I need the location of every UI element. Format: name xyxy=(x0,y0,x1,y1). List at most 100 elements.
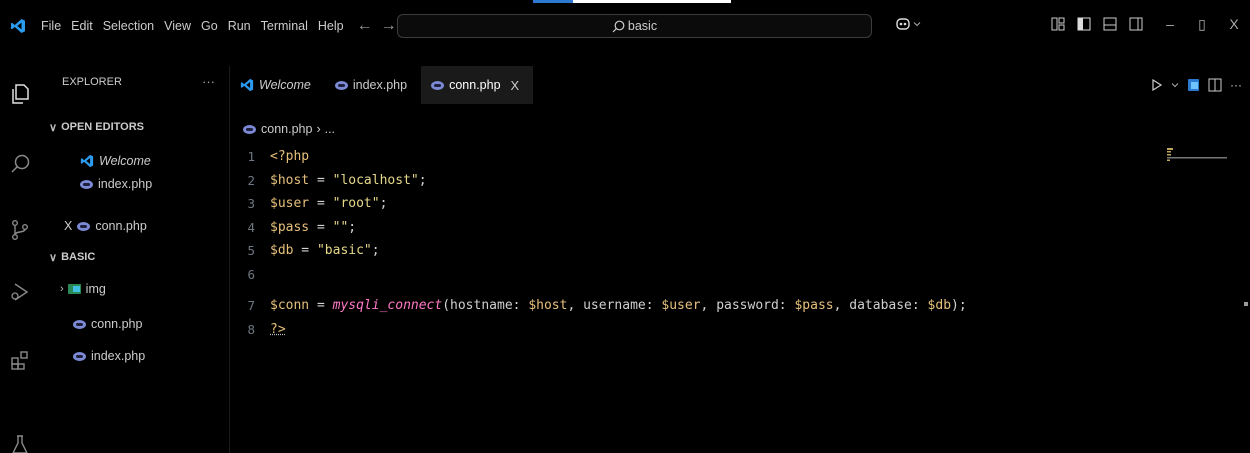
close-window-button[interactable]: X xyxy=(1226,16,1242,32)
explorer-more-icon[interactable]: ··· xyxy=(202,74,215,89)
run-debug-icon[interactable] xyxy=(8,280,32,304)
code-punct: ; xyxy=(371,243,380,259)
more-actions-icon[interactable]: ··· xyxy=(1230,78,1242,92)
tree-file[interactable]: index.php xyxy=(73,345,145,367)
menu-bar: File Edit Selection View Go Run Terminal… xyxy=(36,16,349,36)
minimize-button[interactable]: – xyxy=(1162,16,1178,32)
forward-arrow-icon[interactable]: → xyxy=(381,17,397,35)
source-control-icon[interactable] xyxy=(8,218,32,242)
testing-flask-icon[interactable] xyxy=(8,432,32,453)
tree-folder-img[interactable]: › img xyxy=(60,278,106,300)
menu-go[interactable]: Go xyxy=(196,16,223,36)
open-editors-section[interactable]: ∨ OPEN EDITORS xyxy=(49,116,144,138)
code-variable: $pass xyxy=(794,298,834,314)
explorer-files-icon[interactable] xyxy=(8,82,32,106)
tab-welcome[interactable]: Welcome xyxy=(230,66,325,104)
code-line: 4 $pass = ""; xyxy=(230,216,1170,240)
window-controls: – ▯ X xyxy=(1050,16,1242,32)
code-operator: = xyxy=(309,219,333,235)
code-punct: , xyxy=(700,298,717,314)
php-file-icon xyxy=(334,80,348,90)
restore-button[interactable]: ▯ xyxy=(1194,16,1210,32)
menu-terminal[interactable]: Terminal xyxy=(256,16,313,36)
code-line: 1 <?php xyxy=(230,145,1170,169)
chevron-down-icon: ∨ xyxy=(49,251,58,264)
close-editor-icon[interactable]: X xyxy=(64,219,72,233)
menu-help[interactable]: Help xyxy=(313,16,349,36)
toggle-panel-icon[interactable] xyxy=(1102,16,1118,32)
scrollbar-marker[interactable] xyxy=(1244,302,1248,306)
code-variable: $host xyxy=(270,172,310,188)
code-variable: $conn xyxy=(270,298,310,314)
open-editor-item[interactable]: Welcome xyxy=(80,150,151,172)
code-string: "localhost" xyxy=(332,172,419,188)
chevron-down-icon[interactable] xyxy=(1171,81,1179,89)
open-editor-item[interactable]: index.php xyxy=(80,173,152,195)
line-number: 4 xyxy=(247,219,255,235)
code-variable: $user xyxy=(270,196,310,212)
activity-bar xyxy=(0,66,40,453)
code-operator: = xyxy=(309,172,333,188)
open-editor-item[interactable]: X conn.php xyxy=(64,215,147,237)
menu-edit[interactable]: Edit xyxy=(66,16,98,36)
menu-selection[interactable]: Selection xyxy=(98,16,159,36)
breadcrumb-symbols[interactable]: ... xyxy=(325,122,335,136)
folder-section[interactable]: ∨ BASIC xyxy=(49,246,95,268)
breadcrumb-file[interactable]: conn.php xyxy=(261,122,312,136)
code-text: <?php xyxy=(270,149,310,165)
php-debug-icon[interactable] xyxy=(1187,78,1200,92)
customize-layout-icon[interactable] xyxy=(1050,16,1066,32)
tree-item-label: conn.php xyxy=(91,317,143,331)
php-file-icon xyxy=(73,319,86,329)
split-editor-icon[interactable] xyxy=(1208,78,1222,92)
open-editors-label: OPEN EDITORS xyxy=(61,121,144,133)
code-string: "" xyxy=(332,219,349,235)
extensions-icon[interactable] xyxy=(8,348,32,372)
line-number: 6 xyxy=(247,266,255,282)
editor-tabs: Welcome index.php conn.php X xyxy=(230,66,1250,104)
command-center-search[interactable]: basic xyxy=(397,14,872,38)
code-line: 6 xyxy=(230,263,1170,287)
title-highlight xyxy=(573,0,731,3)
code-line: 8 ?> xyxy=(230,318,1170,342)
code-text: ?> xyxy=(270,321,286,337)
line-number: 3 xyxy=(247,196,255,212)
explorer-title: EXPLORER xyxy=(62,76,122,88)
minimap[interactable] xyxy=(1167,148,1237,162)
tab-label: index.php xyxy=(352,78,408,92)
line-number: 1 xyxy=(247,149,255,165)
open-editor-label: conn.php xyxy=(95,219,147,233)
php-file-icon xyxy=(431,80,445,90)
code-variable: $host xyxy=(528,298,568,314)
menu-file[interactable]: File xyxy=(36,16,66,36)
run-icon[interactable] xyxy=(1151,79,1163,91)
code-punct: ); xyxy=(951,298,967,314)
code-operator: = xyxy=(309,298,333,314)
copilot-icon xyxy=(896,18,910,30)
code-string: "root" xyxy=(332,196,380,212)
tab-conn-php[interactable]: conn.php X xyxy=(421,66,534,104)
tab-index-php[interactable]: index.php xyxy=(325,66,421,104)
php-file-icon xyxy=(80,179,93,189)
menu-view[interactable]: View xyxy=(159,16,196,36)
code-line: 7 $conn = mysqli_connect(hostname: $host… xyxy=(230,294,1170,318)
search-value: basic xyxy=(627,19,658,33)
title-bar: File Edit Selection View Go Run Terminal… xyxy=(0,8,1250,44)
tree-file[interactable]: conn.php xyxy=(73,313,142,335)
back-arrow-icon[interactable]: ← xyxy=(357,17,373,35)
explorer-sidebar: EXPLORER ··· ∨ OPEN EDITORS Welcome inde… xyxy=(40,66,228,453)
toggle-primary-sidebar-icon[interactable] xyxy=(1076,16,1092,32)
code-editor[interactable]: 1 <?php 2 $host = "localhost"; 3 $user =… xyxy=(230,145,1170,341)
code-variable: $db xyxy=(927,298,952,314)
menu-run[interactable]: Run xyxy=(223,16,256,36)
line-number: 7 xyxy=(247,298,255,314)
close-tab-icon[interactable]: X xyxy=(511,78,520,93)
code-variable: $db xyxy=(270,243,294,259)
chevron-down-icon: ∨ xyxy=(49,121,58,134)
search-icon[interactable] xyxy=(8,152,32,176)
param-hint: username: xyxy=(583,298,662,314)
code-variable: $user xyxy=(661,298,701,314)
line-number: 8 xyxy=(247,321,255,337)
toggle-secondary-sidebar-icon[interactable] xyxy=(1128,16,1144,32)
copilot-button[interactable] xyxy=(895,16,921,32)
